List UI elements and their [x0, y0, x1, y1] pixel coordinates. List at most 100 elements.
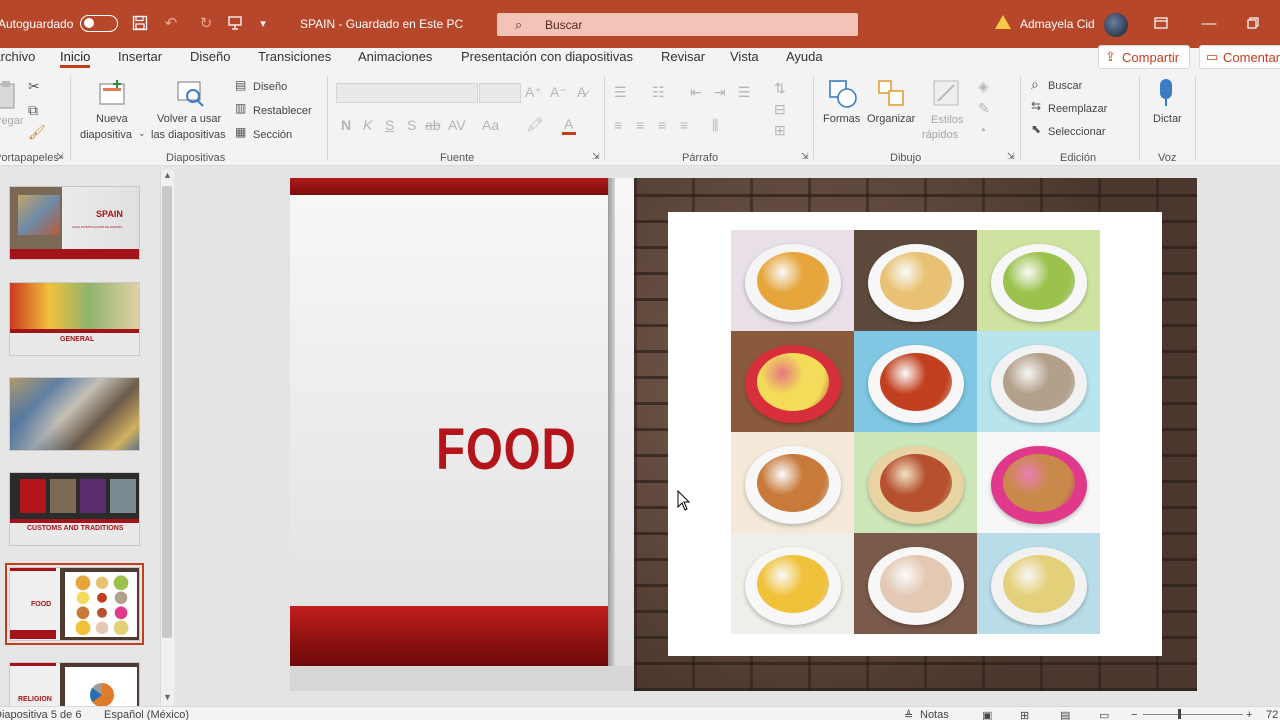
slide-thumbnail-2[interactable]: GENERAL — [9, 282, 140, 356]
align-text-icon[interactable]: ⊟ — [774, 101, 786, 118]
numbering-icon[interactable]: ☷ — [652, 84, 665, 101]
reset-button[interactable]: Restablecer — [253, 105, 312, 117]
food-collage[interactable] — [731, 230, 1100, 636]
line-spacing-icon[interactable]: ☰ — [738, 84, 751, 101]
strikethrough-icon[interactable]: ab — [425, 117, 441, 133]
grow-font-icon[interactable]: A⁺ — [525, 84, 542, 101]
reuse-slides-icon[interactable] — [176, 80, 206, 110]
font-color-icon[interactable]: A — [564, 116, 573, 132]
select-button[interactable]: Seleccionar — [1048, 126, 1105, 138]
avatar[interactable] — [1104, 13, 1128, 37]
language-indicator[interactable]: Español (México) — [104, 709, 189, 720]
tab-ayuda[interactable]: Ayuda — [786, 49, 823, 64]
justify-icon[interactable]: ≡ — [680, 117, 688, 133]
section-icon[interactable]: ▦ — [235, 125, 246, 139]
quick-styles-label[interactable]: Estilos — [931, 114, 963, 126]
redo-icon[interactable]: ↻ — [195, 12, 217, 34]
paragraph-launcher-icon[interactable]: ⇲ — [801, 151, 809, 162]
find-icon[interactable]: ⌕ — [1031, 76, 1039, 93]
slideshow-icon[interactable]: ▭ — [1099, 709, 1109, 720]
shapes-icon[interactable] — [828, 79, 858, 109]
paste-icon[interactable] — [0, 80, 26, 110]
slide-thumbnail-1[interactable]: SPAIN CASA INVESTIGACIÓN DE ESPAÑA — [9, 186, 140, 260]
zoom-in-icon[interactable]: + — [1246, 709, 1252, 720]
normal-view-icon[interactable]: ▣ — [982, 709, 992, 720]
reuse-slides-label-2[interactable]: las diapositivas — [151, 129, 226, 141]
arrange-button[interactable]: Organizar — [867, 113, 915, 125]
format-painter-icon[interactable]: 🖌 — [28, 124, 46, 141]
scroll-down-icon[interactable]: ▼ — [163, 692, 172, 702]
slide-title[interactable]: FOOD — [436, 416, 577, 483]
align-left-icon[interactable]: ≡ — [614, 117, 622, 133]
restore-icon[interactable] — [1242, 12, 1264, 34]
notes-icon[interactable]: ≜ — [904, 709, 913, 720]
shape-fill-icon[interactable]: ◈ — [978, 78, 989, 95]
slide-thumbnail-3[interactable] — [9, 377, 140, 451]
highlight-icon[interactable]: 🖍 — [526, 116, 544, 133]
slide-thumbnail-4[interactable]: CUSTOMS AND TRADITIONS — [9, 472, 140, 546]
font-size-dropdown[interactable] — [479, 83, 521, 103]
comments-button[interactable]: ▭ Comentarios — [1199, 45, 1280, 69]
tab-revisar[interactable]: Revisar — [661, 49, 705, 64]
shrink-font-icon[interactable]: A⁻ — [550, 84, 567, 101]
microphone-icon[interactable] — [1154, 78, 1184, 108]
reading-view-icon[interactable]: ▤ — [1060, 709, 1070, 720]
zoom-level[interactable]: 72 % — [1266, 709, 1280, 720]
columns-icon[interactable]: ⫼ — [712, 117, 718, 134]
tab-inicio[interactable]: Inicio — [60, 49, 91, 68]
tab-insertar[interactable]: Insertar — [118, 49, 162, 64]
tab-diseno[interactable]: Diseño — [190, 49, 230, 64]
dictate-button[interactable]: Dictar — [1153, 113, 1182, 125]
copy-icon[interactable]: ⧉ — [28, 102, 38, 119]
arrange-icon[interactable] — [877, 79, 907, 109]
shape-outline-icon[interactable]: ✎ — [978, 100, 990, 117]
change-case-icon[interactable]: Aa — [482, 117, 499, 133]
slide-thumbnail-6[interactable]: RELIGION — [9, 662, 140, 710]
tab-presentacion[interactable]: Presentación con diapositivas — [461, 49, 633, 64]
reset-icon[interactable]: ▥ — [235, 101, 246, 115]
tab-archivo[interactable]: Archivo — [0, 49, 35, 64]
tab-transiciones[interactable]: Transiciones — [258, 49, 331, 64]
clipboard-launcher-icon[interactable]: ⇲ — [56, 151, 64, 162]
bullets-icon[interactable]: ☰ — [614, 84, 627, 101]
notes-button[interactable]: Notas — [920, 709, 949, 720]
increase-indent-icon[interactable]: ⇥ — [714, 84, 726, 101]
bold-button[interactable]: N — [341, 117, 351, 133]
align-right-icon[interactable]: ≡ — [658, 117, 666, 133]
save-icon[interactable] — [129, 12, 151, 34]
replace-icon[interactable]: ⇆ — [1031, 99, 1041, 113]
zoom-slider[interactable] — [1143, 714, 1243, 715]
shadow-button[interactable]: S — [407, 117, 416, 133]
text-direction-icon[interactable]: ⇅ — [774, 80, 786, 97]
align-center-icon[interactable]: ≡ — [636, 117, 644, 133]
decrease-indent-icon[interactable]: ⇤ — [690, 84, 702, 101]
zoom-slider-thumb[interactable] — [1178, 709, 1181, 719]
select-icon[interactable]: ⬉ — [1031, 122, 1041, 136]
layout-button[interactable]: Diseño — [253, 81, 287, 93]
clear-format-icon[interactable]: A̷ — [577, 84, 586, 100]
spacing-icon[interactable]: AV — [448, 117, 466, 133]
ribbon-display-icon[interactable] — [1150, 12, 1172, 34]
shape-effects-icon[interactable]: ◔ — [978, 122, 986, 138]
current-slide[interactable]: FOOD — [290, 178, 1197, 691]
new-slide-icon[interactable] — [97, 80, 127, 110]
undo-icon[interactable]: ↶ — [160, 12, 182, 34]
font-launcher-icon[interactable]: ⇲ — [592, 151, 600, 162]
quick-styles-icon[interactable] — [932, 79, 962, 109]
chevron-down-icon[interactable]: ⌄ — [138, 128, 146, 139]
autosave-toggle[interactable] — [80, 15, 118, 32]
cut-icon[interactable]: ✂ — [28, 78, 40, 95]
share-button[interactable]: ⇪ Compartir — [1098, 45, 1190, 69]
scroll-up-icon[interactable]: ▲ — [163, 170, 172, 180]
user-name[interactable]: Admayela Cid — [1020, 17, 1095, 31]
customize-qat-icon[interactable]: ▾ — [252, 12, 274, 34]
drawing-launcher-icon[interactable]: ⇲ — [1007, 151, 1015, 162]
search-box[interactable]: ⌕ Buscar — [497, 13, 858, 36]
underline-button[interactable]: S — [385, 117, 394, 133]
new-slide-label[interactable]: Nueva — [96, 113, 128, 125]
layout-icon[interactable]: ▤ — [235, 78, 246, 92]
warning-icon[interactable] — [995, 15, 1011, 29]
find-button[interactable]: Buscar — [1048, 80, 1082, 92]
minimize-icon[interactable]: — — [1198, 12, 1220, 34]
italic-button[interactable]: K — [363, 117, 372, 133]
